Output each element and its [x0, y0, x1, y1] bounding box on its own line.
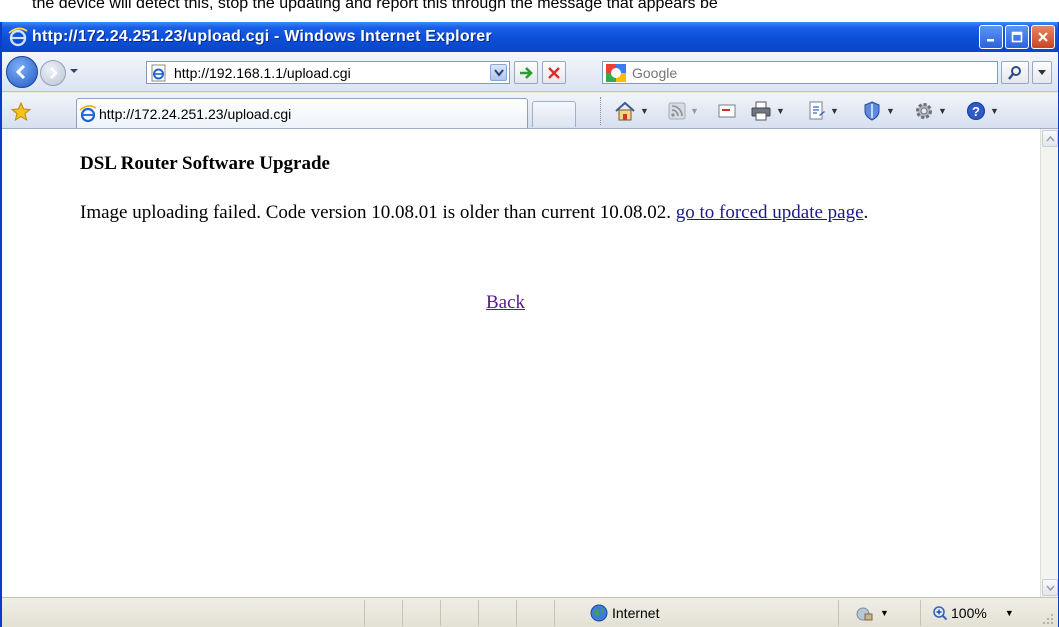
- chevron-down-icon: [70, 69, 78, 73]
- rss-feed-icon: [668, 102, 686, 120]
- vertical-scrollbar[interactable]: [1040, 129, 1058, 597]
- minimize-icon: [987, 39, 994, 42]
- status-divider: [402, 600, 403, 626]
- forward-button[interactable]: [40, 60, 66, 86]
- page-menu-button[interactable]: ▼: [808, 99, 839, 123]
- magnifier-icon: [1008, 65, 1021, 80]
- help-icon: ?: [967, 102, 985, 120]
- page-title: DSL Router Software Upgrade: [80, 153, 330, 174]
- address-input[interactable]: [174, 64, 464, 81]
- svg-text:?: ?: [972, 104, 980, 119]
- search-button[interactable]: [1001, 61, 1029, 84]
- chevron-down-icon: ▼: [1004, 608, 1014, 618]
- arrow-left-icon: [15, 64, 26, 80]
- title-bar[interactable]: http://172.24.251.23/upload.cgi - Window…: [2, 22, 1058, 52]
- status-bar: Internet ▼ 100% ▼: [2, 597, 1058, 627]
- status-divider: [516, 600, 517, 626]
- status-divider: [838, 600, 839, 626]
- google-logo-icon: [606, 63, 626, 82]
- close-button[interactable]: [1031, 25, 1055, 49]
- globe-icon: [590, 604, 608, 622]
- maximize-icon: [1011, 31, 1023, 43]
- chevron-down-icon: ▼: [938, 106, 947, 116]
- page-content: DSL Router Software Upgrade Image upload…: [2, 129, 1040, 597]
- feeds-button[interactable]: ▼: [668, 99, 699, 123]
- zoom-magnifier-icon: [933, 606, 948, 621]
- stop-button[interactable]: [542, 61, 566, 84]
- page-icon: [809, 101, 825, 120]
- safety-menu-button[interactable]: ▼: [862, 99, 895, 123]
- security-zone[interactable]: Internet: [590, 602, 659, 624]
- message-period: .: [863, 202, 869, 223]
- zoom-level: 100%: [951, 605, 987, 621]
- chevron-down-icon: [1045, 584, 1055, 591]
- scroll-up-button[interactable]: [1042, 130, 1058, 147]
- print-button[interactable]: ▼: [750, 99, 785, 123]
- red-x-icon: [548, 66, 560, 79]
- chevron-down-icon: [493, 68, 504, 77]
- ie-logo-icon: [79, 104, 97, 122]
- toolbar-separator: [600, 97, 602, 125]
- chevron-down-icon: ▼: [880, 608, 889, 618]
- window-controls: [979, 25, 1055, 49]
- address-toolbar: [2, 52, 1058, 92]
- tab-label: http://172.24.251.23/upload.cgi: [99, 105, 292, 122]
- close-icon: [1038, 32, 1048, 42]
- green-arrow-icon: [520, 66, 533, 79]
- document-caption-text: the device will detect this, stop the up…: [0, 0, 1059, 22]
- new-tab-button[interactable]: [532, 101, 576, 127]
- back-link[interactable]: Back: [486, 292, 525, 314]
- protected-mode-button[interactable]: ▼: [854, 602, 889, 624]
- chevron-down-icon: ▼: [690, 106, 699, 116]
- error-text: Image uploading failed. Code version 10.…: [80, 202, 671, 223]
- status-divider: [920, 600, 921, 626]
- search-options-dropdown[interactable]: [1032, 61, 1052, 84]
- minimize-button[interactable]: [979, 25, 1003, 49]
- zone-label: Internet: [612, 605, 660, 621]
- zoom-control[interactable]: 100% ▼: [932, 602, 1014, 624]
- upload-error-message: Image uploading failed. Code version 10.…: [80, 199, 960, 227]
- home-button[interactable]: ▼: [614, 99, 649, 123]
- chevron-down-icon: ▼: [776, 106, 785, 116]
- search-input[interactable]: [632, 64, 952, 81]
- tools-menu-button[interactable]: ▼: [914, 99, 947, 123]
- gear-icon: [916, 103, 932, 119]
- status-divider: [478, 600, 479, 626]
- address-field[interactable]: [146, 61, 510, 84]
- status-divider: [364, 600, 365, 626]
- shield-icon: [864, 101, 880, 121]
- chevron-down-icon: ▼: [830, 106, 839, 116]
- back-button[interactable]: [6, 56, 38, 88]
- scroll-down-button[interactable]: [1042, 579, 1058, 596]
- printer-icon: [751, 101, 771, 121]
- ie-window: http://172.24.251.23/upload.cgi - Window…: [0, 22, 1059, 627]
- help-button[interactable]: ? ▼: [966, 99, 999, 123]
- tab-command-bar: http://172.24.251.23/upload.cgi ▼ ▼ ▼ ▼ …: [2, 93, 1058, 129]
- lock-globe-icon: [856, 607, 873, 621]
- ie-logo-icon: [8, 27, 28, 47]
- go-button[interactable]: [514, 61, 538, 84]
- resize-grip-icon[interactable]: [1042, 613, 1054, 625]
- arrow-right-icon: [50, 67, 58, 79]
- status-divider: [554, 600, 555, 626]
- window-title: http://172.24.251.23/upload.cgi - Window…: [32, 28, 492, 45]
- chevron-up-icon: [1045, 135, 1055, 142]
- ie-page-icon: [151, 64, 166, 81]
- maximize-button[interactable]: [1005, 25, 1029, 49]
- tab-current-page[interactable]: http://172.24.251.23/upload.cgi: [76, 98, 528, 128]
- status-divider: [440, 600, 441, 626]
- forced-update-link[interactable]: go to forced update page: [676, 202, 864, 223]
- read-mail-button[interactable]: [718, 99, 736, 123]
- search-field[interactable]: [602, 61, 998, 84]
- chevron-down-icon: [1038, 69, 1046, 75]
- chevron-down-icon: ▼: [886, 106, 895, 116]
- recent-pages-dropdown[interactable]: [68, 64, 80, 78]
- address-dropdown-button[interactable]: [490, 64, 507, 81]
- favorites-star-icon[interactable]: [10, 101, 32, 123]
- mail-icon: [718, 104, 736, 118]
- chevron-down-icon: ▼: [640, 106, 649, 116]
- chevron-down-icon: ▼: [990, 106, 999, 116]
- home-icon: [615, 101, 635, 121]
